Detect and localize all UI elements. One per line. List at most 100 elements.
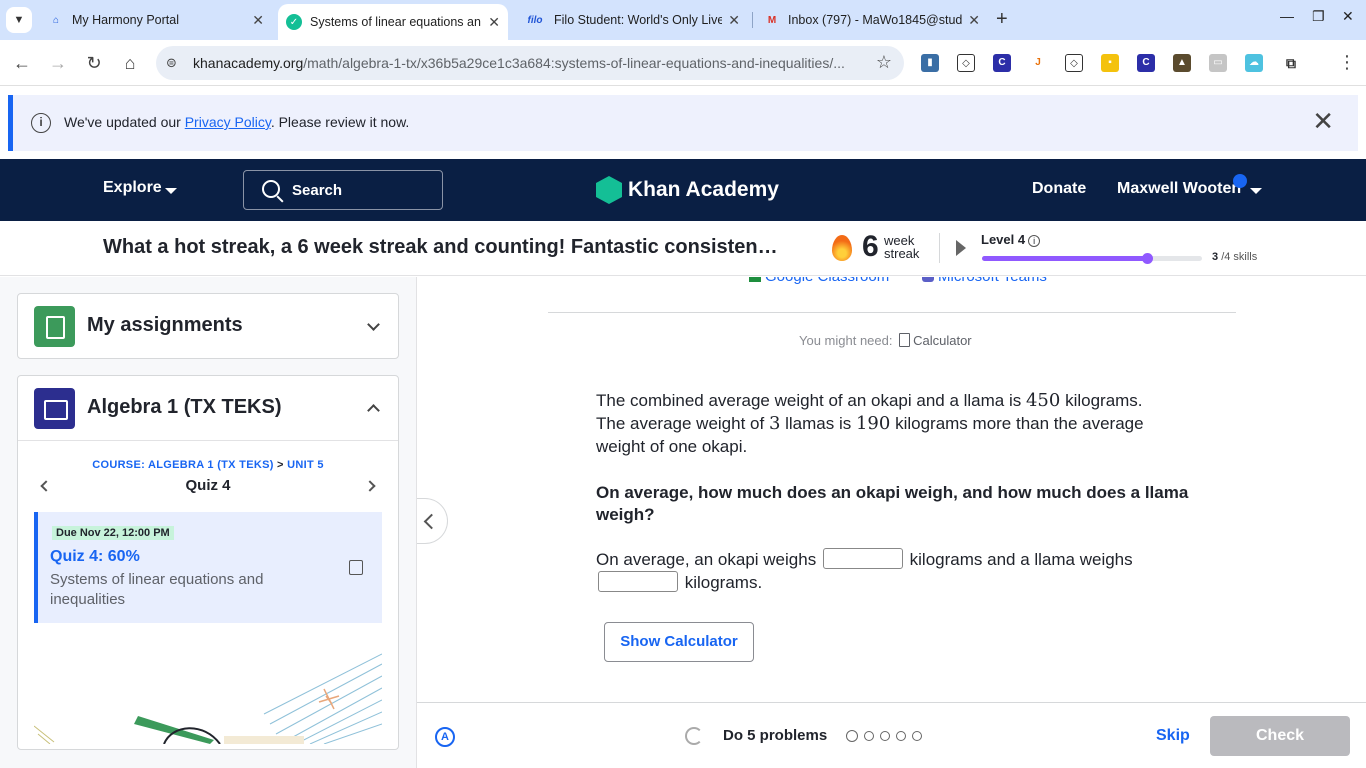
donate-link[interactable]: Donate xyxy=(1032,180,1086,198)
new-tab-plus-icon[interactable]: + xyxy=(996,9,1008,29)
lock-extension-icon[interactable]: ▲ xyxy=(1173,54,1191,72)
my-assignments-card[interactable]: My assignments xyxy=(17,293,399,359)
google-classroom-share[interactable]: Google Classroom xyxy=(749,277,889,285)
decorative-illustration xyxy=(34,653,382,744)
info-icon: i xyxy=(31,113,51,133)
tab-gmail[interactable]: M Inbox (797) - MaWo1845@stud ✕ xyxy=(756,6,988,34)
tab-filo[interactable]: filo Filo Student: World's Only Live ✕ xyxy=(516,6,748,34)
crumb-unit-link[interactable]: UNIT 5 xyxy=(287,459,324,471)
might-need-hint: You might need: Calculator xyxy=(799,333,972,348)
site-info-icon[interactable]: ⊜ xyxy=(166,55,177,71)
bookmark-star-icon[interactable]: ☆ xyxy=(876,52,892,73)
close-icon[interactable]: ✕ xyxy=(252,12,264,29)
quiz-score-link[interactable]: Quiz 4: 60% xyxy=(50,548,140,566)
shield-2-extension-icon[interactable]: ◇ xyxy=(1065,54,1083,72)
c-extension-icon[interactable]: C xyxy=(993,54,1011,72)
close-banner-icon[interactable]: ✕ xyxy=(1312,108,1334,134)
play-icon[interactable] xyxy=(956,240,966,256)
khan-hexagon-icon xyxy=(596,176,622,204)
maximize-icon[interactable]: ❐ xyxy=(1312,8,1325,25)
assignments-icon xyxy=(34,306,75,347)
home-icon[interactable]: ⌂ xyxy=(119,52,141,74)
level-label: Level 4i xyxy=(981,232,1041,247)
level-progress-knob xyxy=(1142,253,1153,264)
progress-dot xyxy=(846,730,858,742)
microsoft-teams-share[interactable]: Microsoft Teams xyxy=(922,277,1047,285)
back-arrow-icon[interactable]: ← xyxy=(11,52,33,74)
user-menu[interactable]: Maxwell Wooten xyxy=(1117,180,1241,198)
course-sidebar: My assignments Algebra 1 (TX TEKS) COURS… xyxy=(0,277,417,768)
exercise-area: Google Classroom Microsoft Teams You mig… xyxy=(417,277,1366,702)
puzzle-extensions-icon[interactable]: ⧉ xyxy=(1282,54,1300,72)
question-text: On average, how much does an okapi weigh… xyxy=(596,483,1189,524)
window-close-icon[interactable]: ✕ xyxy=(1342,8,1354,25)
search-input[interactable]: Search xyxy=(243,170,443,210)
forward-arrow-icon[interactable]: → xyxy=(47,52,69,74)
divider xyxy=(939,233,940,263)
check-button[interactable]: Check xyxy=(1210,716,1350,756)
cloud-extension-icon[interactable]: ☁ xyxy=(1245,54,1263,72)
explore-menu[interactable]: Explore xyxy=(103,179,162,197)
close-icon[interactable]: ✕ xyxy=(488,14,500,31)
notification-dot xyxy=(1233,174,1247,188)
llama-weight-input[interactable] xyxy=(598,571,678,592)
breadcrumb: COURSE: ALGEBRA 1 (TX TEKS) > UNIT 5 xyxy=(92,459,324,471)
okapi-weight-input[interactable] xyxy=(822,548,903,569)
caret-down-icon xyxy=(165,188,177,194)
tab-harmony[interactable]: ⌂ My Harmony Portal ✕ xyxy=(40,6,272,34)
exercise-footer: A Do 5 problems Skip Check xyxy=(417,702,1366,768)
tab-search-icon[interactable]: ▼ xyxy=(6,7,32,33)
due-badge: Due Nov 22, 12:00 PM xyxy=(52,526,174,540)
assignment-edit-icon xyxy=(349,560,363,575)
progress-dot xyxy=(880,731,890,741)
user-caret-down-icon xyxy=(1250,188,1262,194)
skip-button[interactable]: Skip xyxy=(1156,727,1190,745)
quiz-description: Systems of linear equations and inequali… xyxy=(50,571,264,608)
tab-separator xyxy=(752,12,753,28)
assignment-item[interactable]: Due Nov 22, 12:00 PM Quiz 4: 60% Systems… xyxy=(34,512,382,623)
c-2-extension-icon[interactable]: C xyxy=(1137,54,1155,72)
folder-extension-icon[interactable]: ▭ xyxy=(1209,54,1227,72)
divider xyxy=(18,440,398,441)
yellow-extension-icon[interactable]: ▪ xyxy=(1101,54,1119,72)
hook-extension-icon[interactable]: J xyxy=(1029,54,1047,72)
khan-academy-logo[interactable]: Khan Academy xyxy=(596,176,779,204)
reload-icon[interactable]: ↻ xyxy=(83,52,105,74)
progress-dot xyxy=(864,731,874,741)
restart-icon[interactable] xyxy=(685,727,703,745)
tab-khan-academy[interactable]: ✓ Systems of linear equations an ✕ xyxy=(278,4,508,40)
close-icon[interactable]: ✕ xyxy=(728,12,740,29)
answer-sentence: On average, an okapi weighs kilograms an… xyxy=(596,548,1133,592)
streak-bar: What a hot streak, a 6 week streak and c… xyxy=(0,221,1366,276)
crumb-course-link[interactable]: COURSE: ALGEBRA 1 (TX TEKS) xyxy=(92,459,273,471)
extension-1-icon[interactable]: ▮ xyxy=(921,54,939,72)
streak-message: What a hot streak, a 6 week streak and c… xyxy=(103,236,778,258)
course-card: Algebra 1 (TX TEKS) COURSE: ALGEBRA 1 (T… xyxy=(17,375,399,750)
privacy-policy-link[interactable]: Privacy Policy xyxy=(185,114,271,130)
progress-dots xyxy=(846,730,922,742)
accessibility-icon[interactable]: A xyxy=(435,727,455,747)
quiz-nav-title: Quiz 4 xyxy=(185,477,231,494)
minimize-icon[interactable]: — xyxy=(1280,8,1294,24)
address-bar[interactable]: ⊜ khanacademy.org/math/algebra-1-tx/x36b… xyxy=(156,46,904,80)
skills-count: 3 /4 skills xyxy=(1212,251,1258,263)
google-classroom-icon xyxy=(749,277,761,282)
book-icon xyxy=(34,388,75,429)
search-icon xyxy=(262,180,280,198)
privacy-banner: i We've updated our Privacy Policy. Plea… xyxy=(8,95,1358,151)
streak-count: 6 xyxy=(862,230,879,263)
harmony-favicon-icon: ⌂ xyxy=(52,14,60,26)
show-calculator-button[interactable]: Show Calculator xyxy=(604,622,754,662)
chevron-down-icon[interactable] xyxy=(367,318,380,331)
browser-menu-icon[interactable]: ⋮ xyxy=(1338,52,1356,73)
do-problems-label: Do 5 problems xyxy=(723,727,828,744)
shield-extension-icon[interactable]: ◇ xyxy=(957,54,975,72)
progress-dot xyxy=(896,731,906,741)
divider xyxy=(548,312,1236,313)
level-info-icon[interactable]: i xyxy=(1028,235,1041,247)
close-icon[interactable]: ✕ xyxy=(968,12,980,29)
level-progress-bar xyxy=(982,253,1202,264)
microsoft-teams-icon xyxy=(922,277,934,282)
chevron-up-icon[interactable] xyxy=(367,404,380,417)
problem-statement: The combined average weight of an okapi … xyxy=(596,390,1144,456)
